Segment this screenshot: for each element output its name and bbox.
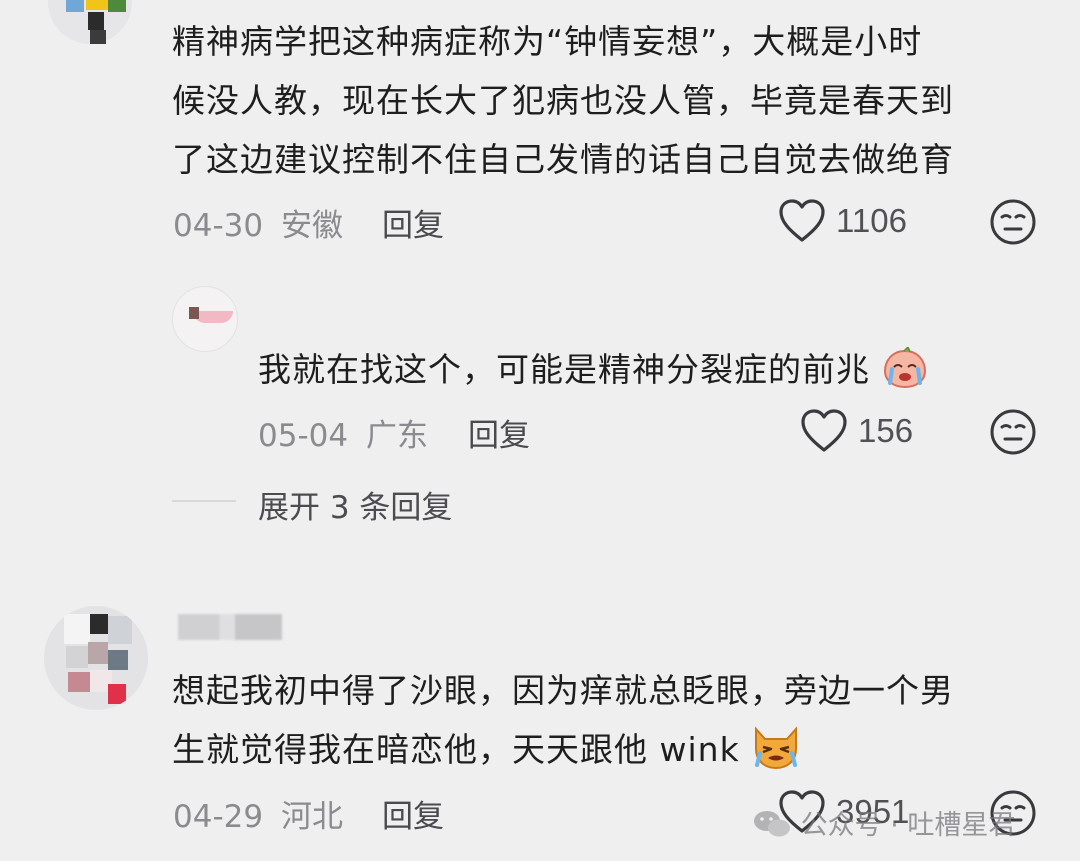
comment-text: 想起我初中得了沙眼，因为痒就总眨眼，旁边一个男 生就觉得我在暗恋他，天天跟他 w… — [172, 661, 954, 779]
comment-date: 04-29 — [173, 799, 264, 835]
like-button[interactable]: 1106 — [778, 198, 907, 244]
username — [178, 614, 282, 640]
avatar-shadow — [90, 30, 106, 44]
wechat-icon — [754, 811, 790, 837]
dislike-button[interactable] — [989, 408, 1037, 460]
crying-peach-emoji-icon — [883, 345, 926, 389]
watermark: 公众号 · 吐槽星君 — [752, 803, 1015, 842]
dislike-button[interactable] — [989, 198, 1037, 250]
reply-button[interactable]: 回复 — [382, 791, 444, 836]
crying-cat-emoji-icon — [755, 726, 798, 770]
reply-date: 05-04 — [258, 418, 349, 454]
reply-content: 我就在找这个，可能是精神分裂症的前兆 — [258, 350, 870, 389]
comment-location: 河北 — [280, 799, 343, 835]
comment-meta: 04-30 安徽 — [173, 200, 343, 245]
comment-line: 精神病学把这种病症称为“钟情妄想”，大概是小时 — [172, 22, 923, 61]
comment-location: 安徽 — [280, 208, 343, 244]
comment-line: 想起我初中得了沙眼，因为痒就总眨眼，旁边一个男 — [172, 671, 954, 710]
meh-face-icon — [990, 409, 1036, 455]
like-button[interactable]: 156 — [800, 408, 913, 454]
watermark-text: 公众号 · 吐槽星君 — [800, 810, 1016, 841]
reply-meta: 05-04 广东 — [258, 410, 428, 455]
comment-line: 生就觉得我在暗恋他，天天跟他 wink — [172, 720, 954, 779]
comment-line: 了这边建议控制不住自己发情的话自己自觉去做绝育 — [172, 140, 954, 179]
reply-button[interactable]: 回复 — [382, 200, 444, 245]
reply-location: 广东 — [365, 418, 428, 454]
avatar[interactable] — [44, 606, 148, 710]
like-count: 156 — [858, 412, 914, 449]
like-count: 1106 — [836, 202, 907, 239]
reply-button[interactable]: 回复 — [468, 410, 530, 455]
comment-date: 04-30 — [173, 208, 264, 244]
meh-face-icon — [990, 199, 1036, 245]
heart-icon — [801, 409, 847, 452]
comment-text: 精神病学把这种病症称为“钟情妄想”，大概是小时 候没人教，现在长大了犯病也没人管… — [172, 12, 954, 189]
reply-text: 我就在找这个，可能是精神分裂症的前兆 — [258, 340, 928, 399]
heart-icon — [779, 199, 825, 242]
reply-avatar[interactable] — [172, 286, 238, 352]
comment-meta: 04-29 河北 — [173, 791, 343, 836]
expand-replies-button[interactable]: 展开 3 条回复 — [258, 482, 452, 527]
comment-line: 候没人教，现在长大了犯病也没人管，毕竟是春天到 — [172, 81, 954, 120]
expand-divider — [172, 500, 236, 502]
